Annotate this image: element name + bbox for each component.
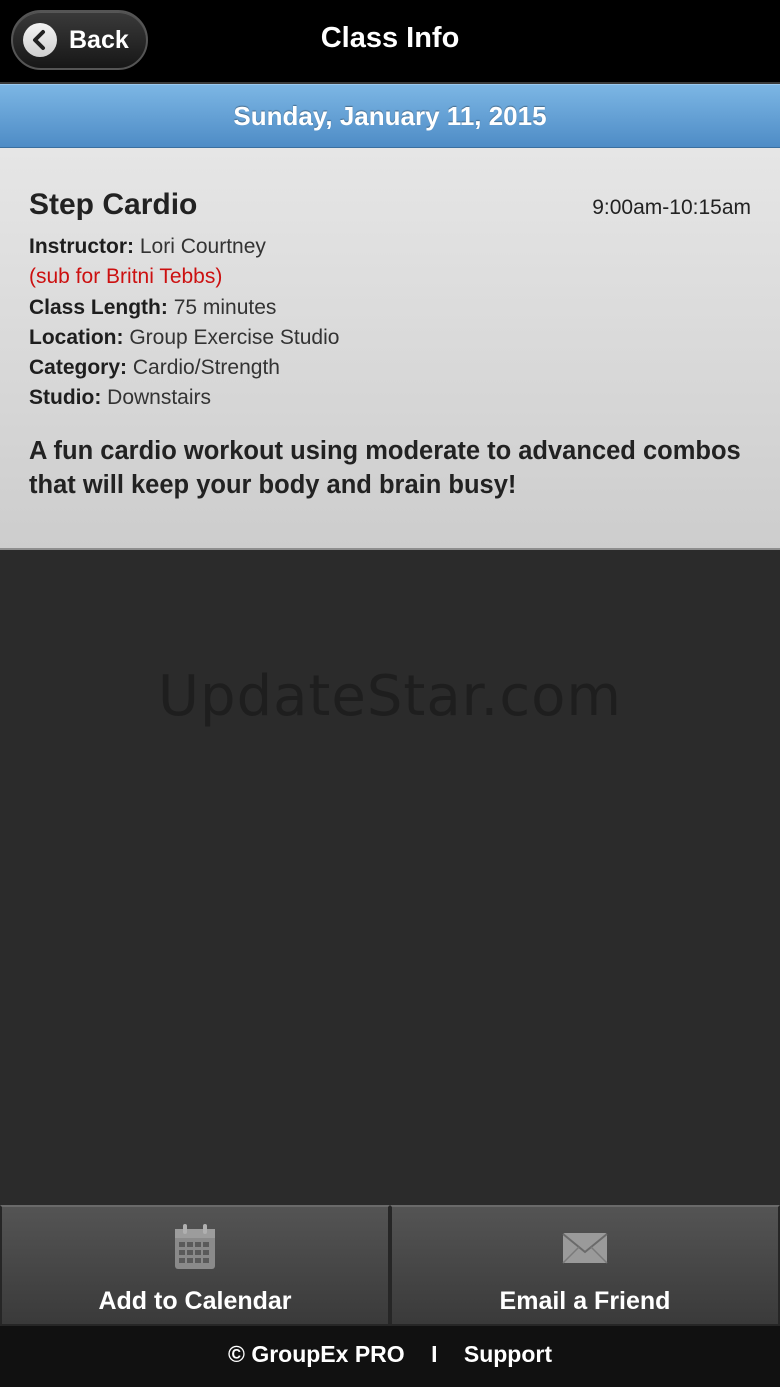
category-line: Category: Cardio/Strength (29, 353, 339, 383)
category-label: Category: (29, 356, 128, 380)
footer-links: © GroupEx PRO I Support (228, 1341, 552, 1368)
envelope-icon (561, 1223, 609, 1276)
category-value: Cardio/Strength (132, 356, 280, 380)
support-link[interactable]: Support (464, 1341, 552, 1368)
instructor-value: Lori Courtney (139, 235, 266, 258)
class-length-label: Class Length: (29, 295, 168, 319)
class-name: Step Cardio (29, 188, 198, 221)
copyright-text: © GroupEx PRO (227, 1341, 405, 1367)
footer-bar: © GroupEx PRO I Support (0, 1326, 780, 1387)
studio-value: Downstairs (107, 386, 212, 410)
studio-line: Studio: Downstairs (29, 383, 339, 413)
sub-note: (sub for Britni Tebbs) (29, 265, 223, 289)
add-to-calendar-label: Add to Calendar (98, 1287, 292, 1315)
class-details-panel: Step Cardio 9:00am-10:15am Instructor: L… (0, 148, 780, 550)
class-length-value: 75 minutes (173, 295, 277, 319)
page-title: Class Info (320, 22, 460, 54)
action-bar: Add to Calendar Email a Friend (0, 1205, 780, 1326)
class-time: 9:00am-10:15am (592, 196, 751, 219)
class-length-line: Class Length: 75 minutes (29, 293, 339, 323)
date-bar: Sunday, January 11, 2015 (0, 84, 780, 148)
location-line: Location: Group Exercise Studio (29, 323, 339, 353)
class-description: A fun cardio workout using moderate to a… (29, 437, 741, 499)
header-bar: Back Class Info (0, 0, 780, 84)
class-info-screen: Back Class Info Sunday, January 11, 2015… (0, 0, 780, 1387)
calendar-icon (173, 1223, 217, 1276)
add-to-calendar-button[interactable]: Add to Calendar (0, 1205, 390, 1326)
location-value: Group Exercise Studio (129, 325, 340, 349)
watermark: UpdateStar.com (158, 664, 622, 729)
studio-label: Studio: (29, 386, 102, 410)
class-date: Sunday, January 11, 2015 (233, 101, 547, 131)
location-label: Location: (29, 325, 124, 349)
instructor-line: Instructor: Lori Courtney (29, 232, 339, 262)
email-friend-button[interactable]: Email a Friend (390, 1205, 780, 1326)
email-friend-label: Email a Friend (499, 1287, 671, 1315)
instructor-label: Instructor: (29, 235, 134, 258)
footer-separator: I (431, 1341, 438, 1367)
class-info-list: Instructor: Lori Courtney (sub for Britn… (29, 232, 339, 414)
